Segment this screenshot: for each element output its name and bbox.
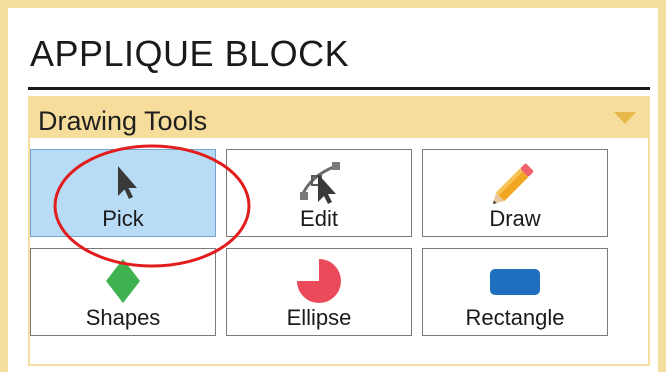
drawing-tools-header[interactable]: Drawing Tools — [30, 98, 648, 138]
blue-rounded-rectangle-icon — [490, 269, 540, 295]
shapes-label: Shapes — [85, 305, 161, 330]
applique-block-panel: APPLIQUE BLOCK Drawing Tools Pick Edit D… — [8, 8, 658, 372]
section-title: Drawing Tools — [38, 106, 208, 136]
edit-button[interactable]: Edit — [226, 149, 412, 237]
green-diamond-icon — [106, 259, 140, 303]
cursor-arrow-icon — [118, 166, 137, 199]
draw-button[interactable]: Draw — [422, 149, 608, 237]
rectangle-button[interactable]: Rectangle — [422, 248, 608, 336]
edit-label: Edit — [300, 206, 338, 231]
draw-label: Draw — [489, 206, 541, 231]
ellipse-label: Ellipse — [286, 305, 352, 330]
ellipse-button[interactable]: Ellipse — [226, 248, 412, 336]
title-divider — [28, 87, 650, 90]
panel-title: APPLIQUE BLOCK — [30, 33, 350, 74]
triangle-down-icon[interactable] — [614, 112, 636, 124]
pick-label: Pick — [102, 206, 144, 231]
rectangle-label: Rectangle — [465, 305, 565, 330]
pick-button[interactable]: Pick — [30, 149, 216, 237]
edit-nodes-icon — [300, 162, 340, 204]
shapes-button[interactable]: Shapes — [30, 248, 216, 336]
pencil-icon — [493, 163, 534, 204]
pie-ellipse-icon — [297, 259, 341, 303]
